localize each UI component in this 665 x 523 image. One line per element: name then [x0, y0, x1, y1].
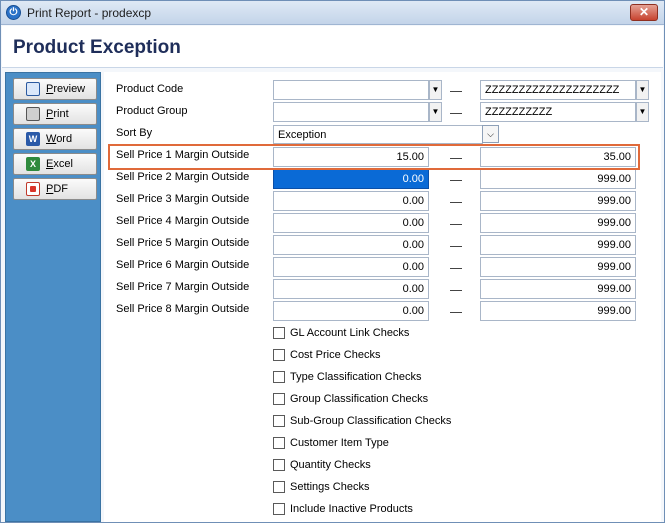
word-button-label: Word — [46, 133, 73, 145]
margin-5-to-input[interactable]: 999.00 — [480, 235, 636, 255]
output-sidebar: Preview Print W Word X Excel PDF — [5, 72, 101, 522]
checkbox-label: GL Account Link Checks — [290, 327, 410, 339]
margin-1-from-input[interactable]: 15.00 — [273, 147, 429, 167]
product-group-label: Product Group — [116, 105, 188, 117]
range-separator — [450, 268, 462, 269]
range-separator — [450, 246, 462, 247]
range-separator — [450, 158, 462, 159]
checkbox-label: Group Classification Checks — [290, 393, 429, 405]
checkbox[interactable] — [273, 393, 285, 405]
word-icon: W — [26, 132, 40, 146]
range-separator — [450, 91, 462, 92]
checkbox[interactable] — [273, 415, 285, 427]
excel-button[interactable]: X Excel — [13, 153, 97, 175]
sort-by-chevron-icon[interactable]: ⌵ — [482, 125, 499, 143]
excel-button-label: Excel — [46, 158, 73, 170]
margin-label-4: Sell Price 4 Margin Outside — [116, 215, 250, 227]
app-power-icon[interactable]: ⏻ — [6, 5, 21, 20]
margin-8-from-input[interactable]: 0.00 — [273, 301, 429, 321]
margin-8-to-input[interactable]: 999.00 — [480, 301, 636, 321]
word-button[interactable]: W Word — [13, 128, 97, 150]
checkbox-label: Sub-Group Classification Checks — [290, 415, 452, 427]
range-separator — [450, 224, 462, 225]
margin-4-from-input[interactable]: 0.00 — [273, 213, 429, 233]
product-group-from-input[interactable] — [273, 102, 429, 122]
checkbox-label: Quantity Checks — [290, 459, 371, 471]
printer-icon — [26, 107, 40, 121]
product-code-from-dropdown[interactable]: ▼ — [429, 80, 442, 100]
product-code-from-input[interactable] — [273, 80, 429, 100]
margin-6-from-input[interactable]: 0.00 — [273, 257, 429, 277]
preview-button[interactable]: Preview — [13, 78, 97, 100]
range-separator — [450, 180, 462, 181]
margin-label-3: Sell Price 3 Margin Outside — [116, 193, 250, 205]
margin-label-8: Sell Price 8 Margin Outside — [116, 303, 250, 315]
checkbox[interactable] — [273, 327, 285, 339]
excel-icon: X — [26, 157, 40, 171]
margin-label-7: Sell Price 7 Margin Outside — [116, 281, 250, 293]
print-button-label: Print — [46, 108, 69, 120]
margin-label-6: Sell Price 6 Margin Outside — [116, 259, 250, 271]
report-options-panel: Product Code ▼ ZZZZZZZZZZZZZZZZZZZZ ▼ Pr… — [104, 72, 661, 522]
close-button[interactable]: ✕ — [630, 4, 658, 21]
checkbox[interactable] — [273, 459, 285, 471]
margin-6-to-input[interactable]: 999.00 — [480, 257, 636, 277]
product-code-to-dropdown[interactable]: ▼ — [636, 80, 649, 100]
product-group-to-dropdown[interactable]: ▼ — [636, 102, 649, 122]
sort-by-label: Sort By — [116, 127, 153, 139]
title-bar: ⏻ Print Report - prodexcp ✕ — [1, 1, 664, 25]
pdf-icon — [26, 182, 40, 196]
margin-7-from-input[interactable]: 0.00 — [273, 279, 429, 299]
checkbox-label: Settings Checks — [290, 481, 370, 493]
checkbox[interactable] — [273, 481, 285, 493]
margin-2-to-input[interactable]: 999.00 — [480, 169, 636, 189]
margin-label-5: Sell Price 5 Margin Outside — [116, 237, 250, 249]
pdf-button-label: PDF — [46, 183, 69, 195]
print-report-window: ⏻ Print Report - prodexcp ✕ Product Exce… — [0, 0, 665, 523]
preview-button-label: Preview — [46, 83, 86, 95]
product-code-to-input[interactable]: ZZZZZZZZZZZZZZZZZZZZ — [480, 80, 636, 100]
checkbox[interactable] — [273, 371, 285, 383]
product-group-to-input[interactable]: ZZZZZZZZZZ — [480, 102, 636, 122]
product-code-label: Product Code — [116, 83, 184, 95]
margin-4-to-input[interactable]: 999.00 — [480, 213, 636, 233]
range-separator — [450, 113, 462, 114]
checkbox[interactable] — [273, 437, 285, 449]
pdf-button[interactable]: PDF — [13, 178, 97, 200]
checkbox[interactable] — [273, 503, 285, 515]
range-separator — [450, 312, 462, 313]
checkbox-label: Customer Item Type — [290, 437, 389, 449]
checkbox-label: Type Classification Checks — [290, 371, 422, 383]
window-title: Print Report - prodexcp — [27, 6, 152, 20]
margin-5-from-input[interactable]: 0.00 — [273, 235, 429, 255]
range-separator — [450, 290, 462, 291]
preview-icon — [26, 82, 40, 96]
margin-label-1: Sell Price 1 Margin Outside — [116, 149, 250, 161]
print-button[interactable]: Print — [13, 103, 97, 125]
margin-7-to-input[interactable]: 999.00 — [480, 279, 636, 299]
range-separator — [450, 202, 462, 203]
page-header: Product Exception — [2, 26, 663, 68]
product-group-from-dropdown[interactable]: ▼ — [429, 102, 442, 122]
page-title: Product Exception — [13, 37, 181, 58]
margin-label-2: Sell Price 2 Margin Outside — [116, 171, 250, 183]
sort-by-select[interactable]: Exception — [273, 125, 483, 144]
checkbox-label: Include Inactive Products — [290, 503, 413, 515]
checkbox-label: Cost Price Checks — [290, 349, 381, 361]
margin-2-from-input[interactable]: 0.00 — [273, 169, 429, 189]
checkbox[interactable] — [273, 349, 285, 361]
margin-3-to-input[interactable]: 999.00 — [480, 191, 636, 211]
margin-3-from-input[interactable]: 0.00 — [273, 191, 429, 211]
margin-1-to-input[interactable]: 35.00 — [480, 147, 636, 167]
